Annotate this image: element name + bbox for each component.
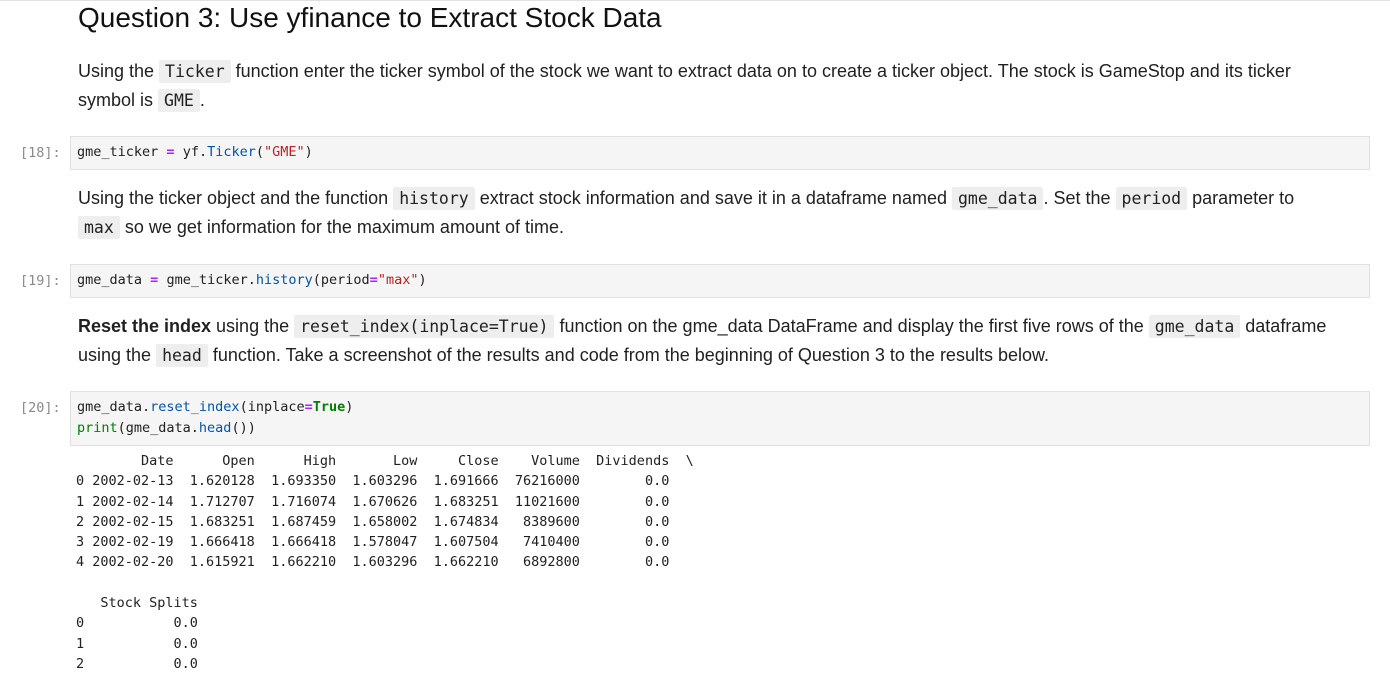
output-line: 2 0.0 [76,655,215,672]
code-token: = [369,272,378,288]
code-token: ) [304,144,313,160]
code-token: reset_index [150,399,240,415]
bold-text: Reset the index [78,316,212,336]
output-line: Stock Splits [76,595,215,612]
inline-code-history: history [393,187,475,210]
code-token: = [166,144,175,160]
cell-prompt-19: [19]: [20,273,61,289]
inline-code-gme-data: gme_data [1148,315,1241,338]
text: parameter to [1187,188,1295,208]
code-token: print [77,420,118,436]
output-line: 4 2002-02-20 1.615921 1.662210 1.603296 … [76,554,694,571]
inline-code-reset-index: reset_index(inplace=True) [294,315,555,338]
code-token: (period [312,272,370,288]
inline-code-max: max [78,216,120,239]
code-token: gme_data. [77,399,151,415]
code-token: gme_ticker. [166,272,256,288]
text: function enter the ticker symbol of the … [78,61,1291,110]
cell-prompt-18: [18]: [20,145,61,161]
markdown-paragraph-1: Using the Ticker function enter the tick… [78,57,1338,115]
text: so we get information for the maximum am… [119,217,564,237]
code-token: ( [255,144,265,160]
output-line: 3 2002-02-19 1.666418 1.666418 1.578047 … [76,534,694,551]
markdown-paragraph-2: Using the ticker object and the function… [78,184,1338,242]
code-token: ) [418,272,427,288]
markdown-paragraph-3: Reset the index using the reset_index(in… [78,312,1338,370]
output-line: 1 0.0 [76,635,215,652]
code-token: ) [345,399,354,415]
inline-code-ticker: Ticker [159,60,231,83]
text: Using the [78,61,160,81]
code-token: history [255,272,313,288]
code-token: = [304,399,313,415]
code-token: = [150,272,159,288]
text: . [199,90,205,110]
code-token: head [198,420,232,436]
inline-code-gme: GME [158,89,200,112]
code-cell-18[interactable]: gme_ticker = yf.Ticker("GME") [70,136,1370,170]
code-token: (gme_data. [117,420,199,436]
inline-code-gme-data: gme_data [951,187,1044,210]
code-token: Ticker [207,144,256,160]
text: . Set the [1043,188,1116,208]
cell-output-20: Date Open High Low Close Volume Dividend… [76,451,694,674]
code-token: gme_data [77,272,143,288]
code-token: "GME" [264,144,305,160]
code-token: True [312,399,346,415]
code-token: ()) [231,420,256,436]
output-line: 0 2002-02-13 1.620128 1.693350 1.603296 … [76,473,694,490]
code-token: gme_ticker [77,144,159,160]
output-line: Date Open High Low Close Volume Dividend… [76,453,694,469]
text: function. Take a screenshot of the resul… [207,345,1049,365]
inline-code-period: period [1115,187,1188,210]
text: Using the ticker object and the function [78,188,394,208]
code-token: yf. [182,144,208,160]
section-heading: Question 3: Use yfinance to Extract Stoc… [78,2,662,33]
text: using the [211,316,295,336]
inline-code-head: head [156,344,208,367]
output-line: 2 2002-02-15 1.683251 1.687459 1.658002 … [76,513,694,530]
code-cell-20[interactable]: gme_data.reset_index(inplace=True) print… [70,391,1370,446]
code-token: (inplace [239,399,305,415]
code-token: "max" [377,272,419,288]
text: extract stock information and save it in… [474,188,952,208]
text: function on the gme_data DataFrame and d… [554,316,1149,336]
code-cell-19[interactable]: gme_data = gme_ticker.history(period="ma… [70,264,1370,298]
output-line: 0 0.0 [76,615,215,632]
output-line: 1 2002-02-14 1.712707 1.716074 1.670626 … [76,493,694,510]
cell-prompt-20: [20]: [20,400,61,416]
